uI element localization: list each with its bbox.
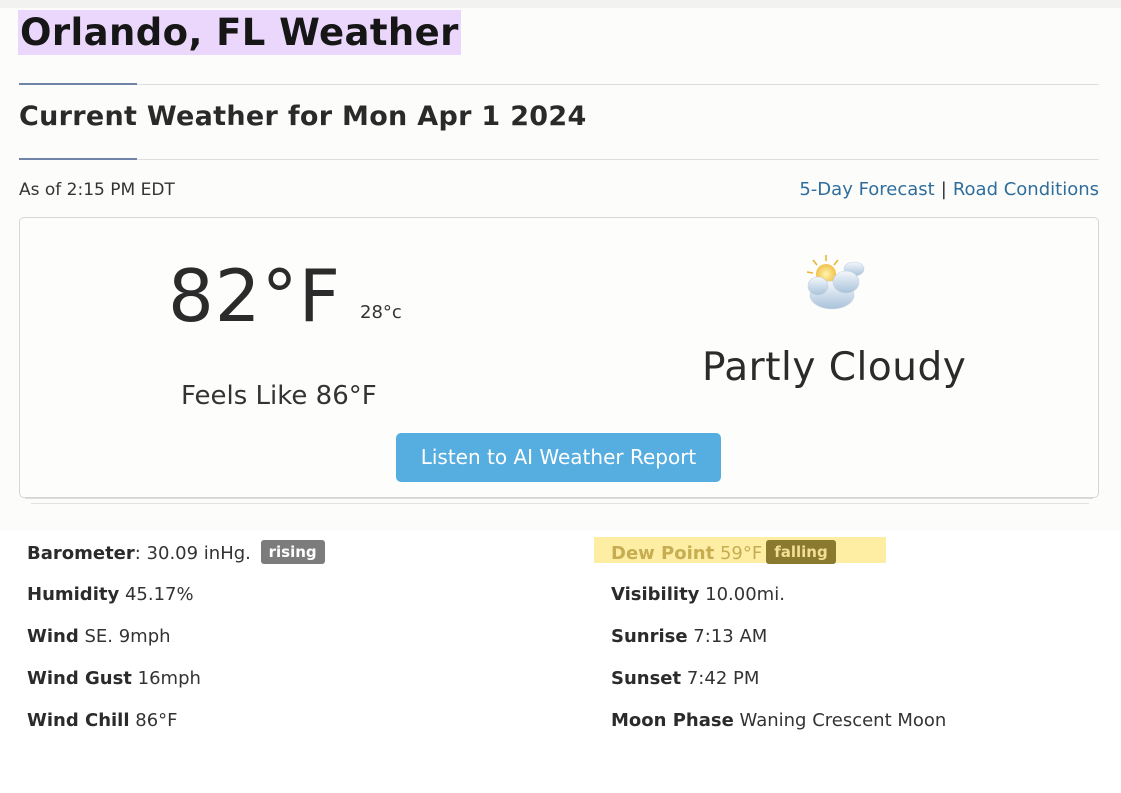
trend-badge: falling: [766, 540, 836, 564]
detail-label: Wind Gust: [27, 668, 132, 689]
observation-time: As of 2:15 PM EDT: [19, 180, 175, 200]
five-day-forecast-link[interactable]: 5-Day Forecast: [799, 179, 934, 200]
detail-value: 86°F: [135, 710, 178, 731]
divider: [19, 159, 1099, 160]
dew-point-row: Dew Point 59°F falling: [611, 540, 836, 566]
card-shadow: [31, 503, 1089, 504]
detail-value: : 30.09 inHg.: [134, 543, 251, 564]
temperature-fahrenheit: 82°F: [168, 254, 342, 338]
link-separator: |: [940, 179, 947, 200]
condition-text: Partly Cloudy: [702, 345, 967, 390]
detail-value: 7:13 AM: [693, 626, 768, 647]
detail-value: 10.00mi.: [705, 584, 785, 605]
barometer-row: Barometer: 30.09 inHg. rising: [27, 540, 325, 566]
detail-value: Waning Crescent Moon: [739, 710, 947, 731]
current-conditions-card: 82°F 28°c Feels Like 86°F Partly Cloudy …: [19, 217, 1099, 498]
detail-value: SE. 9mph: [84, 626, 171, 647]
feels-like: Feels Like 86°F: [181, 381, 377, 411]
detail-value: 59°F: [719, 543, 763, 564]
ai-weather-report-button[interactable]: Listen to AI Weather Report: [396, 433, 721, 482]
detail-label: Dew Point: [611, 543, 715, 564]
partly-cloudy-icon: [806, 255, 865, 310]
detail-label: Moon Phase: [611, 710, 734, 731]
detail-label: Barometer: [27, 543, 135, 564]
section-title: Current Weather for Mon Apr 1 2024: [19, 101, 587, 132]
detail-label: Humidity: [27, 584, 120, 605]
detail-value: 16mph: [137, 668, 201, 689]
detail-label: Visibility: [611, 584, 700, 605]
card-shadow: [25, 498, 1093, 499]
moon-phase-row: Moon Phase Waning Crescent Moon: [611, 709, 946, 733]
detail-label: Sunrise: [611, 626, 688, 647]
sunrise-row: Sunrise 7:13 AM: [611, 625, 767, 649]
detail-label: Wind: [27, 626, 79, 647]
divider-accent: [19, 83, 137, 85]
wind-chill-row: Wind Chill 86°F: [27, 709, 178, 733]
sunset-row: Sunset 7:42 PM: [611, 667, 759, 691]
wind-gust-row: Wind Gust 16mph: [27, 667, 201, 691]
trend-badge: rising: [260, 540, 325, 564]
divider-accent: [19, 158, 137, 160]
detail-label: Sunset: [611, 668, 682, 689]
road-conditions-link[interactable]: Road Conditions: [953, 179, 1099, 200]
detail-value: 45.17%: [124, 584, 194, 605]
divider: [19, 84, 1099, 85]
wind-row: Wind SE. 9mph: [27, 625, 171, 649]
detail-label: Wind Chill: [27, 710, 130, 731]
page-title: Orlando, FL Weather: [18, 10, 461, 55]
detail-value: 7:42 PM: [686, 668, 760, 689]
visibility-row: Visibility 10.00mi.: [611, 583, 785, 607]
humidity-row: Humidity 45.17%: [27, 583, 194, 607]
header-links: 5-Day Forecast | Road Conditions: [799, 178, 1099, 202]
temperature-celsius: 28°c: [360, 302, 402, 323]
top-edge: [0, 0, 1121, 8]
